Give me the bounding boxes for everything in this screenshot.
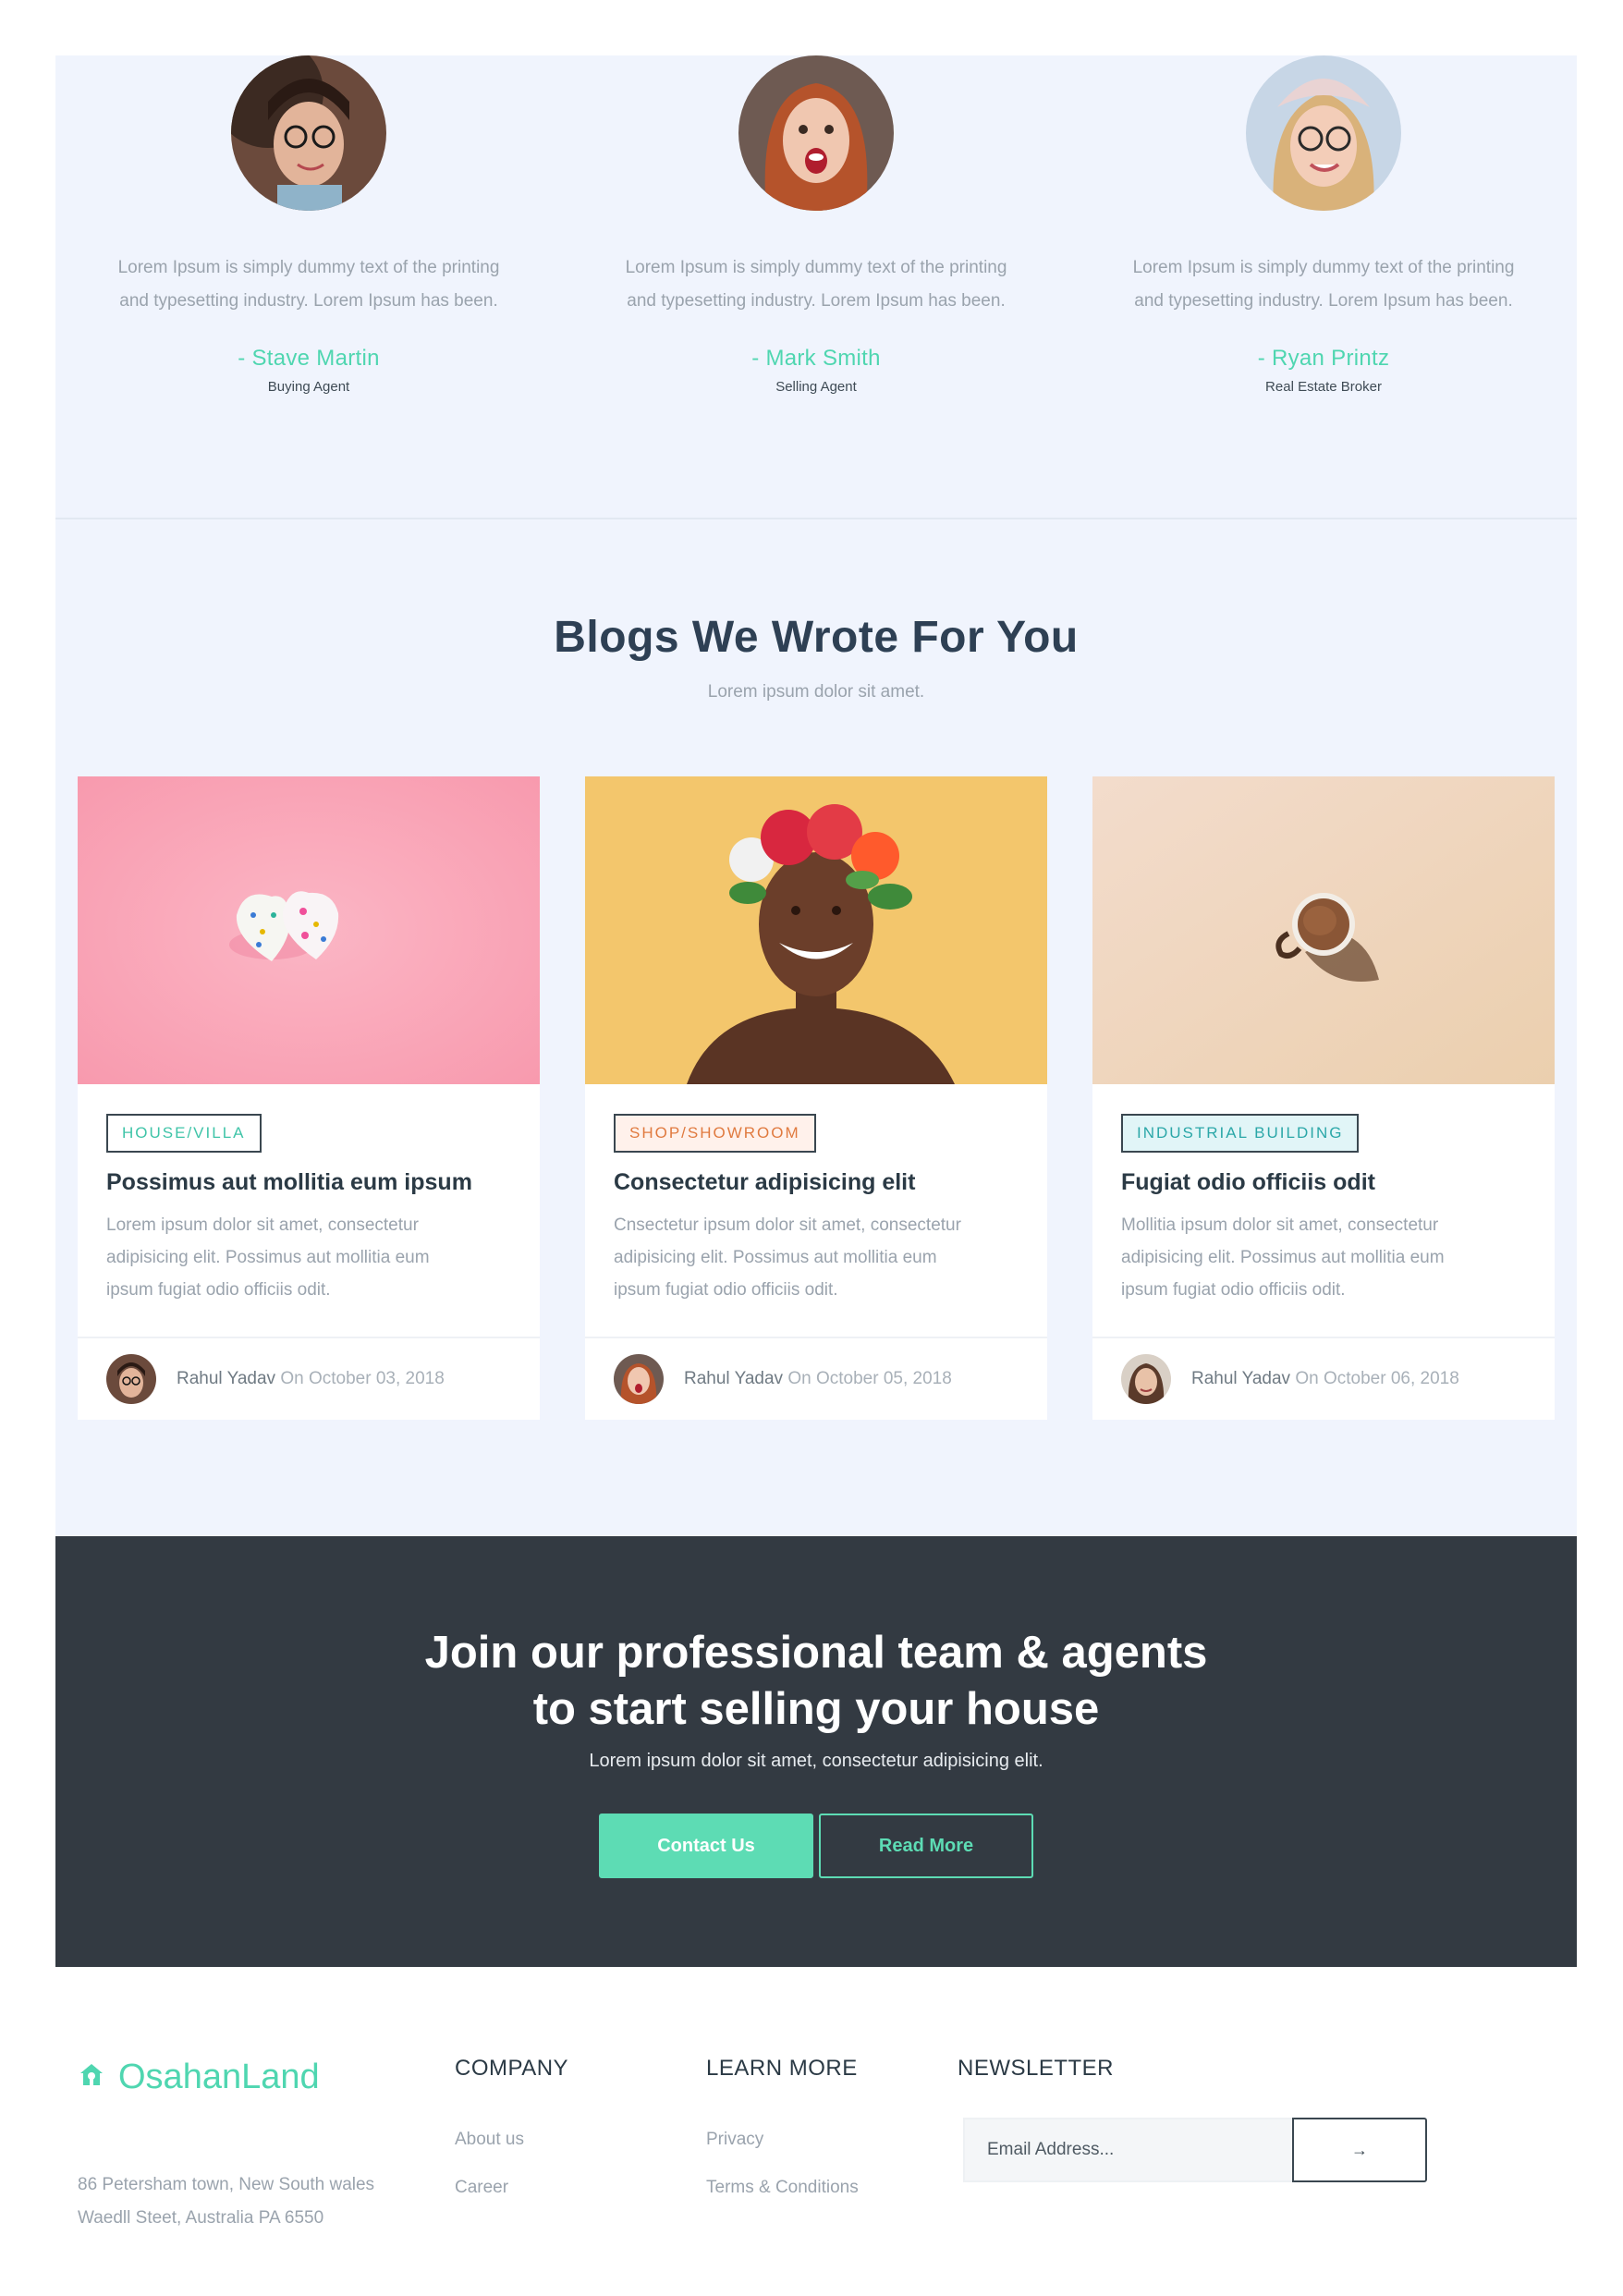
testimonial-text: Lorem Ipsum is simply dummy text of the … xyxy=(117,258,500,311)
avatar xyxy=(1246,55,1401,211)
author-name[interactable]: Rahul Yadav xyxy=(1191,1369,1290,1388)
blog-image[interactable] xyxy=(585,776,1047,1084)
author-meta: Rahul Yadav On October 06, 2018 xyxy=(1191,1369,1459,1389)
blog-meta: Rahul Yadav On October 03, 2018 xyxy=(78,1338,540,1420)
author-avatar xyxy=(1121,1354,1171,1404)
blog-body: INDUSTRIAL BUILDING Fugiat odio officiis… xyxy=(1092,1084,1555,1338)
newsletter-email-input[interactable] xyxy=(963,2118,1292,2182)
blogs-section: Blogs We Wrote For You Lorem ipsum dolor… xyxy=(55,519,1577,1536)
blog-title[interactable]: Possimus aut mollitia eum ipsum xyxy=(106,1169,511,1196)
testimonial-item: Lorem Ipsum is simply dummy text of the … xyxy=(585,55,1047,395)
newsletter-submit-button[interactable]: → xyxy=(1292,2118,1427,2182)
testimonial-name: - Ryan Printz xyxy=(1257,346,1390,371)
blog-image[interactable] xyxy=(78,776,540,1084)
testimonial-item: Lorem Ipsum is simply dummy text of the … xyxy=(1092,55,1555,395)
avatar xyxy=(738,55,894,211)
section-subtitle: Lorem ipsum dolor sit amet. xyxy=(707,682,925,702)
testimonial-role: Buying Agent xyxy=(267,379,350,395)
blog-body: SHOP/SHOWROOM Consectetur adipisicing el… xyxy=(585,1084,1047,1338)
footer-link-about-us[interactable]: About us xyxy=(455,2130,568,2150)
testimonials-section: Lorem Ipsum is simply dummy text of the … xyxy=(55,55,1577,519)
category-tag[interactable]: INDUSTRIAL BUILDING xyxy=(1121,1114,1360,1153)
testimonial-text: Lorem Ipsum is simply dummy text of the … xyxy=(625,258,1007,311)
address: 86 Petersham town, New South wales Waedll… xyxy=(78,2175,375,2228)
post-date: On October 03, 2018 xyxy=(280,1369,445,1388)
cta-subtitle: Lorem ipsum dolor sit amet, consectetur … xyxy=(589,1751,1043,1771)
learn-more-column: LEARN MORE Privacy Terms & Conditions xyxy=(706,2056,859,2198)
author-meta: Rahul Yadav On October 05, 2018 xyxy=(684,1369,952,1389)
read-more-button[interactable]: Read More xyxy=(819,1814,1033,1878)
blog-excerpt: Mollitia ipsum dolor sit amet, consectet… xyxy=(1121,1215,1445,1300)
company-column: COMPANY About us Career xyxy=(455,2056,568,2198)
author-name[interactable]: Rahul Yadav xyxy=(684,1369,783,1388)
footer-link-terms[interactable]: Terms & Conditions xyxy=(706,2178,859,2198)
column-heading: COMPANY xyxy=(455,2056,569,2081)
column-heading: LEARN MORE xyxy=(706,2056,858,2081)
blog-card[interactable]: INDUSTRIAL BUILDING Fugiat odio officiis… xyxy=(1092,776,1555,1420)
testimonial-role: Real Estate Broker xyxy=(1265,379,1382,395)
column-heading: NEWSLETTER xyxy=(958,2056,1115,2081)
cta-section: Join our professional team & agents to st… xyxy=(55,1536,1577,1967)
category-tag[interactable]: HOUSE/VILLA xyxy=(106,1114,262,1153)
blog-meta: Rahul Yadav On October 05, 2018 xyxy=(585,1338,1047,1420)
home-icon xyxy=(78,2061,105,2094)
newsletter-column: NEWSLETTER xyxy=(958,2056,1114,2082)
author-avatar xyxy=(106,1354,156,1404)
category-tag[interactable]: SHOP/SHOWROOM xyxy=(614,1114,816,1153)
brand-logo[interactable]: OsahanLand xyxy=(78,2058,320,2097)
blog-image[interactable] xyxy=(1092,776,1555,1084)
testimonial-role: Selling Agent xyxy=(775,379,857,395)
blog-card[interactable]: HOUSE/VILLA Possimus aut mollitia eum ip… xyxy=(78,776,540,1420)
testimonial-text: Lorem Ipsum is simply dummy text of the … xyxy=(1132,258,1515,311)
blog-title[interactable]: Consectetur adipisicing elit xyxy=(614,1169,1019,1196)
avatar xyxy=(231,55,386,211)
testimonial-item: Lorem Ipsum is simply dummy text of the … xyxy=(78,55,540,395)
cta-title: Join our professional team & agents to st… xyxy=(424,1628,1208,1734)
author-meta: Rahul Yadav On October 03, 2018 xyxy=(177,1369,445,1389)
testimonial-name: - Mark Smith xyxy=(751,346,881,371)
blog-card[interactable]: SHOP/SHOWROOM Consectetur adipisicing el… xyxy=(585,776,1047,1420)
blog-excerpt: Lorem ipsum dolor sit amet, consectetur a… xyxy=(106,1215,430,1300)
blog-excerpt: Cnsectetur ipsum dolor sit amet, consect… xyxy=(614,1215,961,1300)
post-date: On October 06, 2018 xyxy=(1295,1369,1459,1388)
footer-link-privacy[interactable]: Privacy xyxy=(706,2130,859,2150)
author-avatar xyxy=(614,1354,664,1404)
post-date: On October 05, 2018 xyxy=(787,1369,952,1388)
contact-us-button[interactable]: Contact Us xyxy=(599,1814,813,1878)
blog-body: HOUSE/VILLA Possimus aut mollitia eum ip… xyxy=(78,1084,540,1338)
testimonial-name: - Stave Martin xyxy=(238,346,380,371)
footer-link-career[interactable]: Career xyxy=(455,2178,568,2198)
author-name[interactable]: Rahul Yadav xyxy=(177,1369,275,1388)
section-title: Blogs We Wrote For You xyxy=(554,613,1079,662)
footer: OsahanLand 86 Petersham town, New South … xyxy=(0,1967,1623,2296)
arrow-right-icon: → xyxy=(1351,2140,1368,2159)
blog-title[interactable]: Fugiat odio officiis odit xyxy=(1121,1169,1526,1196)
brand-name: OsahanLand xyxy=(118,2058,320,2096)
blog-meta: Rahul Yadav On October 06, 2018 xyxy=(1092,1338,1555,1420)
